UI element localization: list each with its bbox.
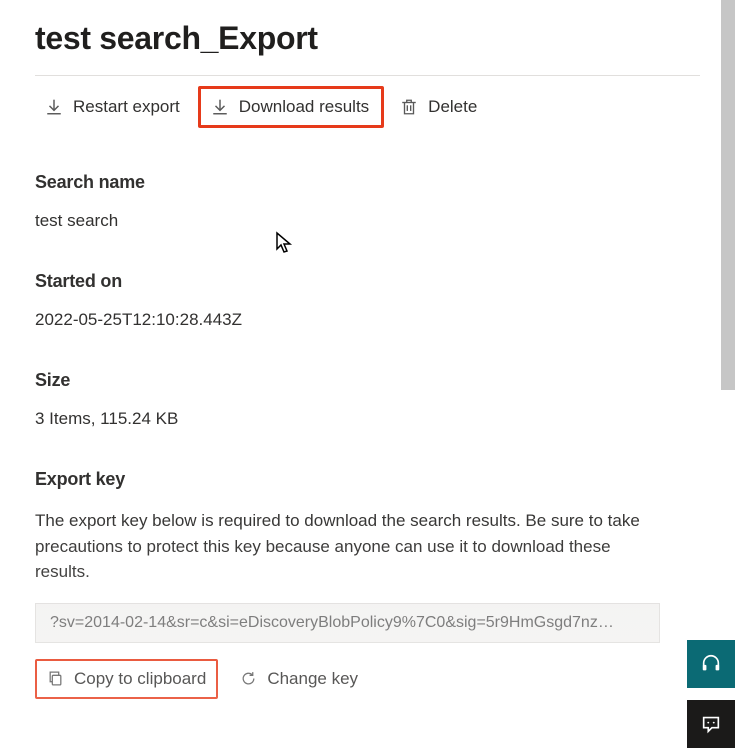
download-icon — [211, 98, 229, 116]
restart-export-button[interactable]: Restart export — [35, 89, 192, 125]
trash-icon — [400, 98, 418, 116]
download-results-label: Download results — [239, 97, 369, 117]
feedback-floating-button[interactable] — [687, 700, 735, 748]
change-key-label: Change key — [267, 669, 358, 689]
copy-label: Copy to clipboard — [74, 669, 206, 689]
delete-label: Delete — [428, 97, 477, 117]
restart-export-label: Restart export — [73, 97, 180, 117]
copy-to-clipboard-button[interactable]: Copy to clipboard — [35, 659, 218, 699]
export-key-description: The export key below is required to down… — [35, 508, 665, 585]
size-section: Size 3 Items, 115.24 KB — [35, 370, 700, 429]
started-on-value: 2022-05-25T12:10:28.443Z — [35, 310, 700, 330]
export-key-label: Export key — [35, 469, 700, 490]
delete-button[interactable]: Delete — [390, 89, 489, 125]
size-value: 3 Items, 115.24 KB — [35, 409, 700, 429]
export-key-value[interactable]: ?sv=2014-02-14&sr=c&si=eDiscoveryBlobPol… — [35, 603, 660, 643]
started-on-section: Started on 2022-05-25T12:10:28.443Z — [35, 271, 700, 330]
download-icon — [45, 98, 63, 116]
scrollbar[interactable] — [721, 0, 735, 390]
change-key-button[interactable]: Change key — [230, 661, 368, 697]
search-name-section: Search name test search — [35, 172, 700, 231]
download-results-button[interactable]: Download results — [198, 86, 384, 128]
search-name-value: test search — [35, 211, 700, 231]
headset-icon — [700, 653, 722, 675]
page-title: test search_Export — [35, 20, 700, 57]
feedback-icon — [700, 713, 722, 735]
copy-icon — [47, 670, 64, 687]
started-on-label: Started on — [35, 271, 700, 292]
export-key-section: Export key The export key below is requi… — [35, 469, 700, 699]
help-floating-button[interactable] — [687, 640, 735, 688]
refresh-icon — [240, 670, 257, 687]
export-key-actions: Copy to clipboard Change key — [35, 659, 700, 699]
toolbar: Restart export Download results — [35, 76, 700, 138]
search-name-label: Search name — [35, 172, 700, 193]
size-label: Size — [35, 370, 700, 391]
